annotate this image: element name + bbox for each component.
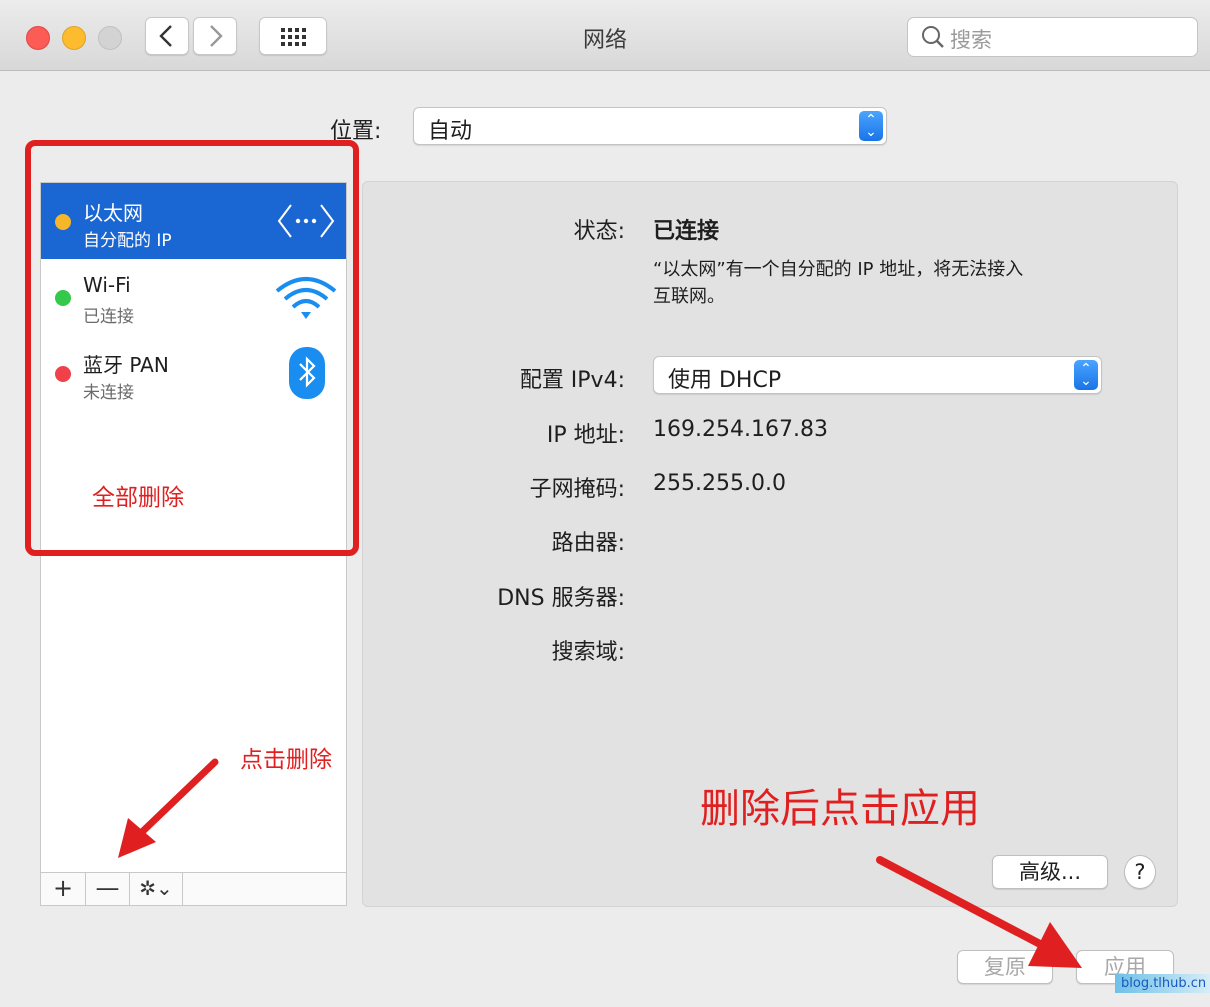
arrow-icon — [118, 758, 219, 858]
arrow-icon — [876, 856, 1082, 968]
annotation-arrows — [118, 758, 1082, 968]
watermark: blog.tlhub.cn — [1115, 974, 1210, 993]
